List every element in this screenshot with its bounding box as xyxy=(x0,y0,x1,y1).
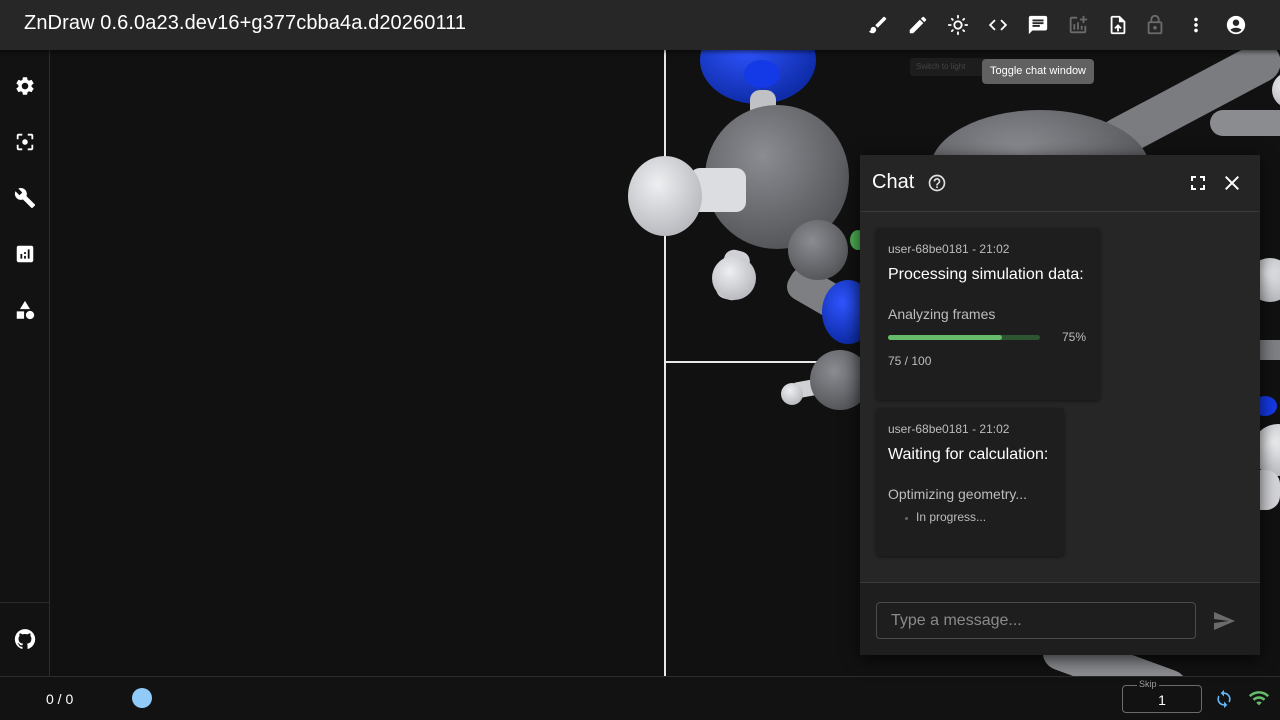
code-icon[interactable] xyxy=(982,9,1014,41)
send-icon[interactable] xyxy=(1212,609,1236,633)
upload-file-icon[interactable] xyxy=(1102,9,1134,41)
skip-value: 1 xyxy=(1158,692,1166,708)
progress-bar xyxy=(888,335,1040,340)
chat-header: Chat xyxy=(860,155,1260,212)
chat-message-input[interactable] xyxy=(876,602,1196,639)
app-title: ZnDraw 0.6.0a23.dev16+g377cbba4a.d202601… xyxy=(24,12,467,34)
spinner-icon xyxy=(905,517,908,520)
lock-icon[interactable] xyxy=(1139,9,1171,41)
chat-window: Chat user-68be0181 - 21:02 Processing si… xyxy=(860,155,1260,655)
progress-percent: 75% xyxy=(1062,330,1087,344)
message-heading: Waiting for calculation: xyxy=(888,446,1049,463)
brush-icon[interactable] xyxy=(862,9,894,41)
fullscreen-icon[interactable] xyxy=(1186,171,1210,195)
frame-counter: 0 / 0 xyxy=(46,691,74,707)
chat-icon[interactable] xyxy=(1022,9,1054,41)
app-bar: ZnDraw 0.6.0a23.dev16+g377cbba4a.d202601… xyxy=(0,0,1280,50)
pencil-icon[interactable] xyxy=(902,9,934,41)
more-vert-icon[interactable] xyxy=(1180,9,1212,41)
chat-messages[interactable]: user-68be0181 - 21:02 Processing simulat… xyxy=(860,212,1260,582)
progress-label: Analyzing frames xyxy=(888,306,996,322)
skip-label: Skip xyxy=(1137,679,1159,689)
skip-field[interactable]: Skip 1 xyxy=(1122,679,1202,713)
task-label: Optimizing geometry... xyxy=(888,486,1028,502)
account-icon[interactable] xyxy=(1220,9,1252,41)
close-icon[interactable] xyxy=(1220,171,1244,195)
sidebar-divider xyxy=(0,602,49,603)
brightness-icon[interactable] xyxy=(942,9,974,41)
settings-icon[interactable] xyxy=(9,70,41,102)
chat-toggle-tooltip: Toggle chat window xyxy=(982,59,1095,84)
add-chart-icon[interactable] xyxy=(1062,9,1094,41)
sidebar xyxy=(0,50,50,676)
category-icon[interactable] xyxy=(9,294,41,326)
progress-count: 75 / 100 xyxy=(888,354,932,368)
github-icon[interactable] xyxy=(9,623,41,655)
progress-bar-fill xyxy=(888,335,1002,340)
chat-message: user-68be0181 - 21:02 Processing simulat… xyxy=(876,228,1100,400)
center-focus-icon[interactable] xyxy=(9,126,41,158)
analytics-icon[interactable] xyxy=(9,238,41,270)
message-author-time: user-68be0181 - 21:02 xyxy=(888,422,1010,436)
frame-slider-thumb[interactable] xyxy=(132,688,152,708)
task-status: In progress... xyxy=(916,510,987,524)
help-icon[interactable] xyxy=(927,173,947,193)
build-icon[interactable] xyxy=(9,182,41,214)
chat-footer xyxy=(860,582,1260,655)
wifi-icon xyxy=(1248,691,1270,706)
bottom-bar: 0 / 0 Skip 1 xyxy=(0,676,1280,720)
message-heading: Processing simulation data: xyxy=(888,266,1084,283)
sync-icon[interactable] xyxy=(1214,689,1234,709)
chat-title: Chat xyxy=(872,171,915,193)
faded-tooltip: Switch to light xyxy=(910,58,986,76)
message-author-time: user-68be0181 - 21:02 xyxy=(888,242,1010,256)
chat-message: user-68be0181 - 21:02 Waiting for calcul… xyxy=(876,408,1064,556)
